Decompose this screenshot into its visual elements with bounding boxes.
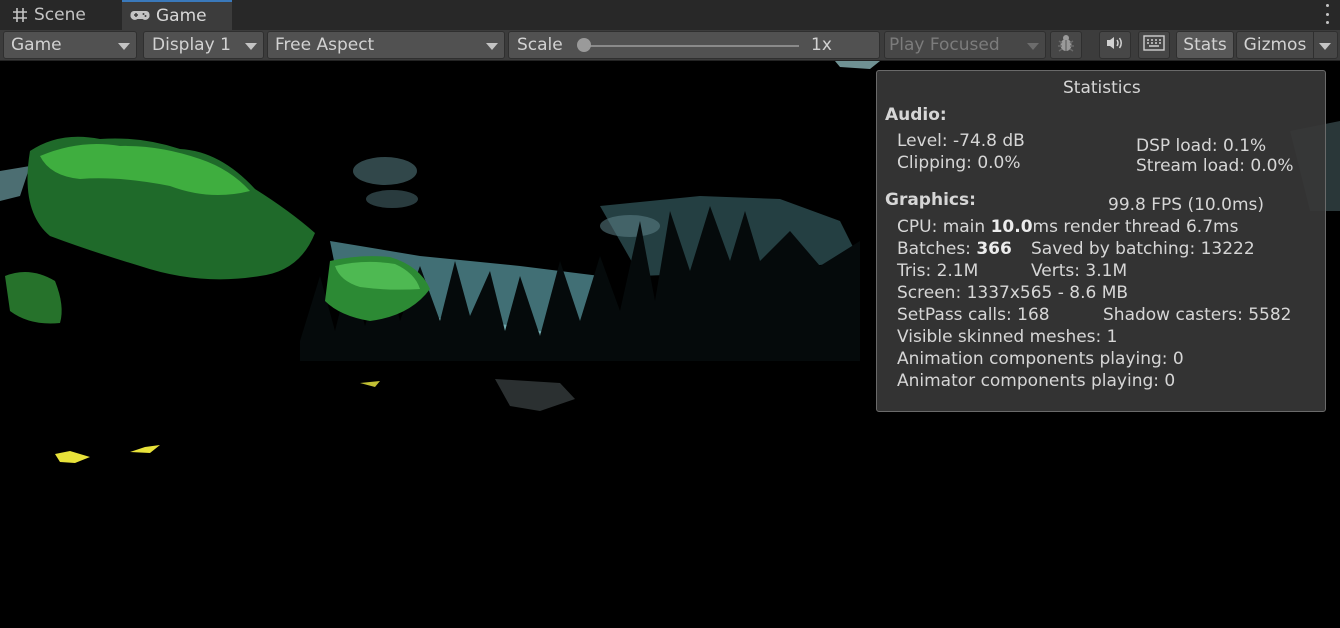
shadow-casters: Shadow casters: 5582	[1103, 305, 1292, 325]
batches: Batches: 366	[897, 239, 1012, 259]
setpass-calls: SetPass calls: 168	[897, 305, 1050, 325]
cpu-timing: CPU: main 10.0ms render thread 6.7ms	[897, 217, 1239, 237]
visible-skinned-meshes: Visible skinned meshes: 1	[897, 327, 1118, 347]
more-vertical-icon[interactable]	[1324, 4, 1330, 24]
audio-level: Level: -74.8 dB	[897, 131, 1025, 151]
tab-scene[interactable]: Scene	[0, 0, 121, 30]
game-view-dropdown[interactable]: Game	[3, 31, 137, 59]
statistics-panel: Statistics Audio: Level: -74.8 dB Clippi…	[876, 70, 1326, 412]
dsp-load: DSP load: 0.1%	[1136, 136, 1267, 156]
statistics-title: Statistics	[1063, 78, 1141, 98]
play-mode-dropdown[interactable]: Play Focused	[884, 31, 1046, 59]
display-dropdown[interactable]: Display 1	[143, 31, 264, 59]
game-view-dropdown-label: Game	[11, 35, 62, 55]
animator-components: Animator components playing: 0	[897, 371, 1176, 391]
gizmos-toggle-button[interactable]: Gizmos	[1236, 31, 1314, 59]
bug-icon	[1056, 33, 1076, 58]
stream-load: Stream load: 0.0%	[1136, 156, 1294, 176]
scale-slider-handle[interactable]	[577, 38, 591, 52]
tab-bar: Scene Game	[0, 0, 1340, 30]
animation-components: Animation components playing: 0	[897, 349, 1184, 369]
debug-button[interactable]	[1050, 31, 1082, 59]
aspect-dropdown-label: Free Aspect	[275, 35, 375, 55]
chevron-down-icon	[245, 43, 257, 50]
audio-header: Audio:	[885, 105, 947, 125]
chevron-down-icon	[1027, 43, 1039, 50]
tab-scene-label: Scene	[34, 5, 86, 25]
grid-icon	[12, 7, 28, 23]
screen-info: Screen: 1337x565 - 8.6 MB	[897, 283, 1129, 303]
chevron-down-icon	[1319, 43, 1331, 50]
stats-toggle-button[interactable]: Stats	[1176, 31, 1234, 59]
tab-game[interactable]: Game	[122, 0, 232, 30]
keyboard-icon	[1143, 34, 1165, 56]
audio-clipping: Clipping: 0.0%	[897, 153, 1021, 173]
gamepad-icon	[130, 9, 150, 23]
chevron-down-icon	[486, 43, 498, 50]
scale-slider-track[interactable]	[584, 45, 799, 47]
scale-label: Scale	[517, 35, 563, 55]
tab-game-label: Game	[156, 6, 207, 26]
fps-readout: 99.8 FPS (10.0ms)	[1108, 195, 1265, 215]
game-toolbar: Game Display 1 Free Aspect Scale 1x Play…	[0, 30, 1340, 61]
aspect-dropdown[interactable]: Free Aspect	[267, 31, 505, 59]
graphics-header: Graphics:	[885, 190, 976, 210]
scale-value: 1x	[811, 35, 832, 55]
gizmos-label: Gizmos	[1243, 35, 1307, 55]
chevron-down-icon	[118, 43, 130, 50]
saved-by-batching: Saved by batching: 13222	[1031, 239, 1255, 259]
mute-audio-button[interactable]	[1099, 31, 1131, 59]
display-dropdown-label: Display 1	[152, 35, 231, 55]
scale-control: Scale 1x	[508, 31, 880, 59]
keyboard-shortcuts-button[interactable]	[1138, 31, 1170, 59]
tris-count: Tris: 2.1M	[897, 261, 979, 281]
verts-count: Verts: 3.1M	[1031, 261, 1128, 281]
speaker-icon	[1105, 35, 1125, 56]
gizmos-dropdown-button[interactable]	[1313, 31, 1338, 59]
play-mode-label: Play Focused	[889, 35, 1000, 55]
stats-label: Stats	[1183, 35, 1227, 55]
